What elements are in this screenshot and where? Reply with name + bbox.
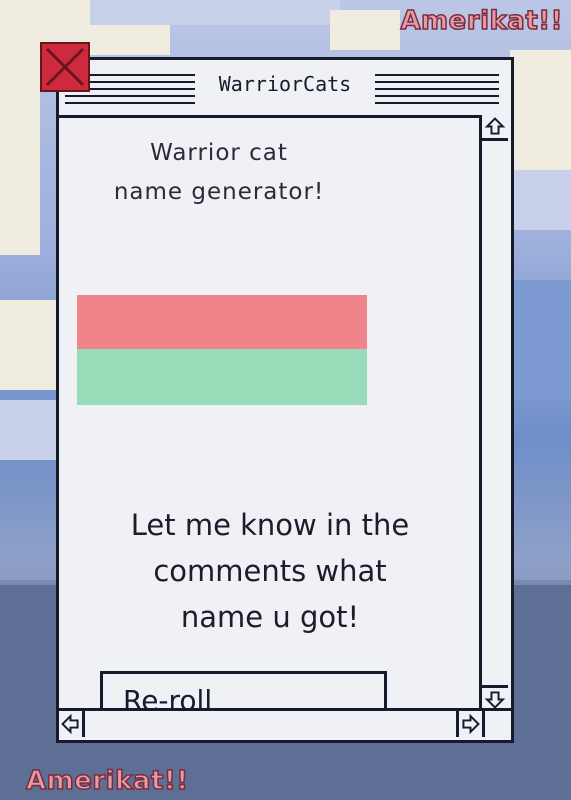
cloud [0,55,40,255]
cloud [0,400,56,460]
generated-name-color-top [77,295,367,349]
horizontal-scrollbar[interactable] [59,708,511,740]
comment-prompt-line: comments what [153,554,387,588]
app-window: WarriorCats Warrior cat name generator! … [56,57,514,743]
cloud [90,0,340,25]
close-button[interactable] [40,42,90,92]
vertical-scrollbar[interactable] [479,115,511,711]
right-arrow-icon[interactable] [456,711,485,737]
page-title: Warrior cat name generator! [89,134,349,212]
brand-watermark-bottom: Amerikat!! [25,765,189,797]
window-content: Warrior cat name generator! Let me know … [59,118,479,729]
page-title-line: name generator! [113,179,325,205]
cloud [0,300,56,390]
comment-prompt: Let me know in the comments what name u … [99,502,441,640]
left-arrow-icon[interactable] [59,711,85,737]
page-title-line: Warrior cat [150,140,288,166]
title-bar: WarriorCats [59,60,511,118]
brand-watermark-top: Amerikat!! [400,5,564,37]
cloud [510,50,571,170]
comment-prompt-line: Let me know in the [130,508,410,542]
comment-prompt-line: name u got! [180,600,360,634]
cloud [514,170,571,230]
cloud [330,10,400,50]
cloud [514,280,571,400]
generated-name-color-bottom [77,349,367,405]
close-x-icon [45,47,85,87]
title-bar-stripes-right [375,74,499,104]
up-arrow-icon[interactable] [482,115,508,141]
